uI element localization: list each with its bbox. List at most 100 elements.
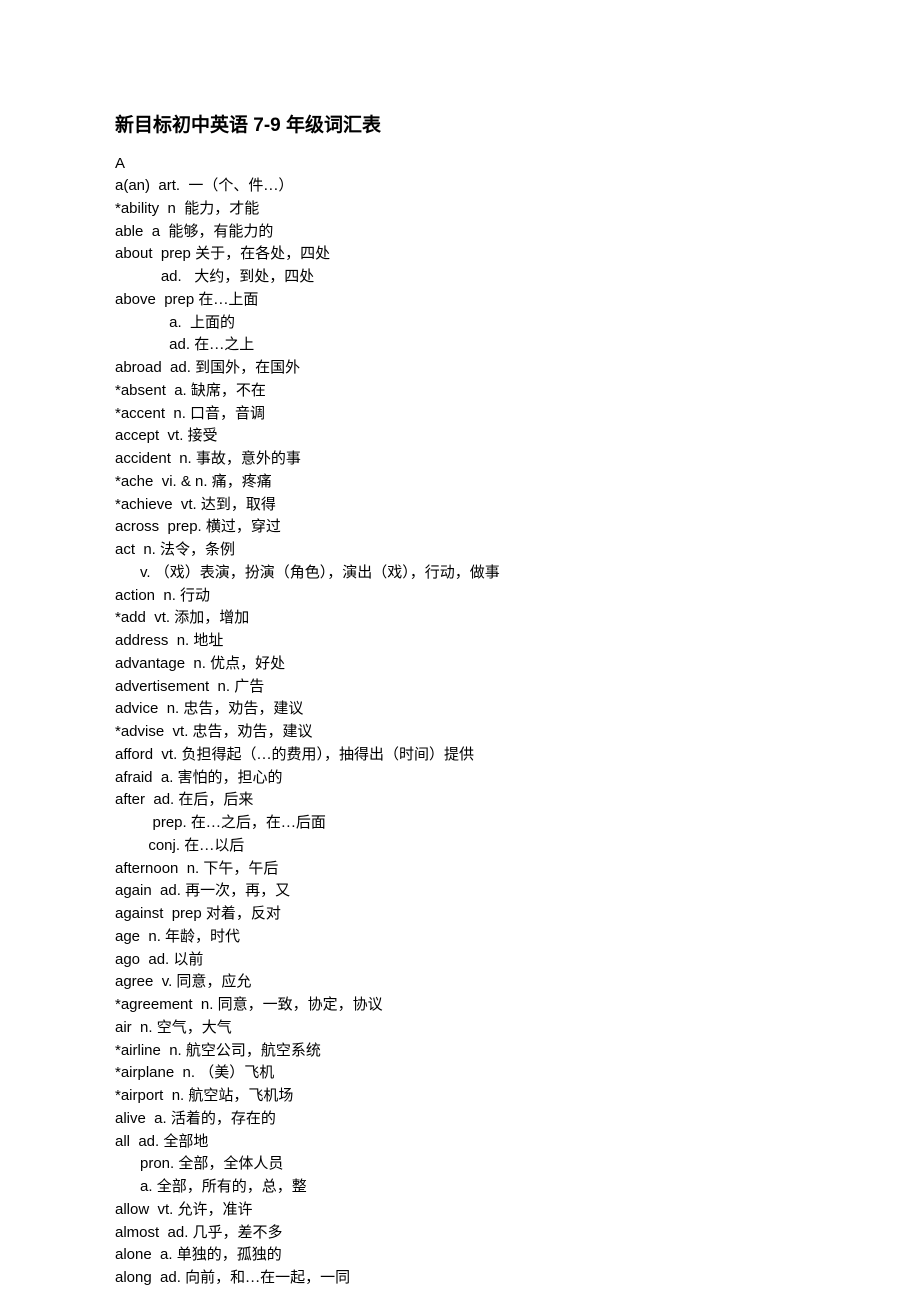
vocab-definition: 在…以后 — [184, 838, 244, 854]
vocab-definition: 地址 — [193, 633, 223, 649]
vocab-definition: 大约，到处，四处 — [194, 269, 314, 285]
vocab-entry: v. （戏）表演，扮演（角色），演出（戏），行动，做事 — [115, 562, 805, 585]
vocab-entry: action n. 行动 — [115, 585, 805, 608]
vocab-word: all ad. — [115, 1133, 163, 1150]
vocab-definition: 允许，准许 — [178, 1202, 253, 1218]
vocab-word: *advise vt. — [115, 723, 193, 740]
vocab-entry: *advise vt. 忠告，劝告，建议 — [115, 721, 805, 744]
vocab-definition: 在…上面 — [198, 292, 258, 308]
vocab-word: above prep — [115, 291, 198, 308]
vocab-definition: 负担得起（…的费用），抽得出（时间）提供 — [181, 747, 474, 763]
vocab-definition: 行动 — [180, 588, 210, 604]
vocab-entry: alive a. 活着的，存在的 — [115, 1108, 805, 1131]
vocab-entry: ad. 在…之上 — [115, 334, 805, 357]
vocab-word: afford vt. — [115, 746, 181, 763]
vocab-definition: 关于，在各处，四处 — [195, 246, 330, 262]
vocab-definition: 航空站，飞机场 — [188, 1088, 293, 1104]
vocab-definition: 在…之后，在…后面 — [191, 815, 326, 831]
vocab-entry: *ability n 能力，才能 — [115, 198, 805, 221]
vocab-entry: prep. 在…之后，在…后面 — [115, 812, 805, 835]
vocab-definition: 对着，反对 — [206, 906, 281, 922]
vocab-definition: 同意，一致，协定，协议 — [218, 997, 383, 1013]
vocab-word: *absent a. — [115, 382, 191, 399]
vocab-entry: ad. 大约，到处，四处 — [115, 266, 805, 289]
vocab-definition: 年龄，时代 — [165, 929, 240, 945]
vocab-entry: a. 上面的 — [115, 312, 805, 335]
vocab-word: *add vt. — [115, 609, 174, 626]
vocab-word: age n. — [115, 928, 165, 945]
vocab-definition: 一（个、件…） — [188, 178, 293, 194]
vocab-entry: ago ad. 以前 — [115, 949, 805, 972]
vocab-entry: air n. 空气，大气 — [115, 1017, 805, 1040]
vocab-word: alone a. — [115, 1246, 177, 1263]
vocab-definition: 缺席，不在 — [191, 383, 266, 399]
vocab-word: a. — [115, 314, 190, 331]
vocab-definition: 以前 — [173, 952, 203, 968]
vocab-word: ad. — [115, 336, 194, 353]
vocab-entry: agree v. 同意，应允 — [115, 971, 805, 994]
page-title: 新目标初中英语 7-9 年级词汇表 — [115, 110, 805, 137]
vocab-definition: 再一次，再，又 — [185, 883, 290, 899]
vocab-definition: 痛，疼痛 — [212, 474, 272, 490]
vocab-word: again ad. — [115, 882, 185, 899]
vocab-definition: 同意，应允 — [176, 974, 251, 990]
vocab-definition: 全部，所有的，总，整 — [157, 1179, 307, 1195]
vocab-word: ad. — [115, 268, 194, 285]
vocab-definition: 下午，午后 — [203, 861, 278, 877]
vocab-entry: advice n. 忠告，劝告，建议 — [115, 698, 805, 721]
vocab-entry: above prep 在…上面 — [115, 289, 805, 312]
vocab-word: about prep — [115, 245, 195, 262]
vocab-word: alive a. — [115, 1110, 171, 1127]
vocab-word: *achieve vt. — [115, 496, 201, 513]
vocab-entry: address n. 地址 — [115, 630, 805, 653]
vocab-entry: act n. 法令，条例 — [115, 539, 805, 562]
vocab-word: able a — [115, 223, 168, 240]
vocab-entry: *absent a. 缺席，不在 — [115, 380, 805, 403]
vocab-entry: accident n. 事故，意外的事 — [115, 448, 805, 471]
vocab-entry: advertisement n. 广告 — [115, 676, 805, 699]
vocab-definition: 几乎，差不多 — [193, 1225, 283, 1241]
vocab-entry: afford vt. 负担得起（…的费用），抽得出（时间）提供 — [115, 744, 805, 767]
vocab-word: advice n. — [115, 700, 183, 717]
vocab-definition: 空气，大气 — [157, 1020, 232, 1036]
vocab-word: prep. — [115, 814, 191, 831]
vocab-entry: allow vt. 允许，准许 — [115, 1199, 805, 1222]
vocab-entry: pron. 全部，全体人员 — [115, 1153, 805, 1176]
vocab-definition: （美）飞机 — [199, 1065, 274, 1081]
vocab-word: after ad. — [115, 791, 178, 808]
vocab-word: conj. — [115, 837, 184, 854]
vocab-definition: 能力，才能 — [184, 201, 259, 217]
vocab-definition: 横过，穿过 — [206, 519, 281, 535]
vocab-entry: *ache vi. & n. 痛，疼痛 — [115, 471, 805, 494]
vocab-entry: age n. 年龄，时代 — [115, 926, 805, 949]
vocab-definition: 向前，和…在一起，一同 — [185, 1270, 350, 1286]
vocab-definition: 事故，意外的事 — [196, 451, 301, 467]
vocab-entry: about prep 关于，在各处，四处 — [115, 243, 805, 266]
vocab-word: a(an) art. — [115, 177, 188, 194]
vocab-word: accept vt. — [115, 427, 188, 444]
vocab-word: v. — [115, 564, 155, 581]
vocab-word: *airline n. — [115, 1042, 186, 1059]
vocab-entry: *airline n. 航空公司，航空系统 — [115, 1040, 805, 1063]
vocab-entry: all ad. 全部地 — [115, 1131, 805, 1154]
vocab-definition: 在后，后来 — [178, 792, 253, 808]
vocab-definition: 害怕的，担心的 — [178, 770, 283, 786]
vocab-word: *airplane n. — [115, 1064, 199, 1081]
vocabulary-list: a(an) art. 一（个、件…）*ability n 能力，才能able a… — [115, 175, 805, 1290]
vocab-word: ago ad. — [115, 951, 173, 968]
vocab-word: across prep. — [115, 518, 206, 535]
vocab-entry: able a 能够，有能力的 — [115, 221, 805, 244]
vocab-entry: *achieve vt. 达到，取得 — [115, 494, 805, 517]
vocab-word: agree v. — [115, 973, 176, 990]
vocab-entry: advantage n. 优点，好处 — [115, 653, 805, 676]
vocab-word: air n. — [115, 1019, 157, 1036]
vocab-entry: a. 全部，所有的，总，整 — [115, 1176, 805, 1199]
vocab-definition: 在…之上 — [194, 337, 254, 353]
section-header: A — [115, 155, 805, 172]
vocab-word: against prep — [115, 905, 206, 922]
vocab-word: *agreement n. — [115, 996, 218, 1013]
vocab-entry: afraid a. 害怕的，担心的 — [115, 767, 805, 790]
vocab-word: allow vt. — [115, 1201, 178, 1218]
vocab-definition: 接受 — [188, 428, 218, 444]
vocab-definition: 法令，条例 — [160, 542, 235, 558]
